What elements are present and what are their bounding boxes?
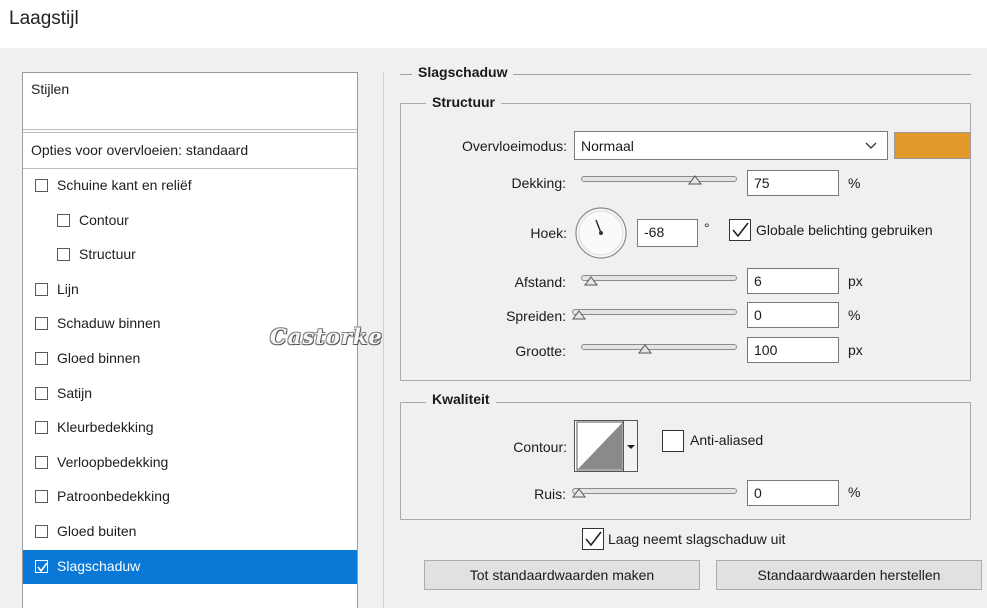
style-item-satijn[interactable]: Satijn xyxy=(23,377,357,411)
chevron-down-icon xyxy=(627,445,635,449)
distance-label: Afstand: xyxy=(514,274,566,290)
make-default-button[interactable]: Tot standaardwaarden maken xyxy=(424,560,700,590)
spread-input[interactable]: 0 xyxy=(747,302,839,328)
angle-label: Hoek: xyxy=(530,225,567,241)
list-divider xyxy=(23,129,357,133)
size-label: Grootte: xyxy=(515,343,566,359)
chevron-down-icon xyxy=(865,142,877,149)
style-item-checkbox[interactable] xyxy=(35,421,48,435)
layer-style-dialog: Stijlen Opties voor overvloeien: standaa… xyxy=(0,48,987,608)
opacity-input[interactable]: 75 xyxy=(747,170,839,196)
styles-header[interactable]: Stijlen xyxy=(23,73,357,107)
style-item-label: Kleurbedekking xyxy=(57,419,154,436)
quality-group xyxy=(400,402,971,520)
blend-mode-label: Overvloeimodus: xyxy=(461,138,567,154)
angle-input[interactable]: -68 xyxy=(637,219,698,247)
distance-slider[interactable] xyxy=(581,275,737,281)
style-item-checkbox[interactable] xyxy=(35,317,48,331)
style-item-checkbox[interactable] xyxy=(35,386,48,400)
opacity-unit: % xyxy=(848,175,861,191)
style-item-structuur[interactable]: Structuur xyxy=(23,238,357,272)
size-slider[interactable] xyxy=(581,344,737,350)
spread-slider[interactable] xyxy=(572,309,737,315)
shadow-color-swatch[interactable] xyxy=(894,132,971,159)
checkmark-icon xyxy=(37,562,48,572)
style-item-checkbox[interactable] xyxy=(35,455,48,469)
angle-dial[interactable] xyxy=(574,206,628,260)
contour-dropdown-button[interactable] xyxy=(623,421,637,471)
size-slider-thumb[interactable] xyxy=(637,344,652,354)
layer-knockout-checkbox[interactable] xyxy=(582,528,604,550)
style-item-label: Verloopbedekking xyxy=(57,453,169,470)
style-item-label: Gloed binnen xyxy=(57,350,141,366)
contour-label: Contour: xyxy=(513,439,567,455)
quality-title: Kwaliteit xyxy=(426,391,496,407)
style-item-gloed-buiten[interactable]: Gloed buiten xyxy=(23,515,357,549)
blend-mode-value: Normaal xyxy=(581,138,634,154)
structure-title: Structuur xyxy=(426,94,501,110)
checkmark-icon xyxy=(732,222,749,238)
opacity-slider-thumb[interactable] xyxy=(687,175,702,185)
reset-default-button[interactable]: Standaardwaarden herstellen xyxy=(716,560,982,590)
distance-slider-thumb[interactable] xyxy=(583,276,598,286)
title-bar: Laagstijl xyxy=(0,0,987,48)
spread-label: Spreiden: xyxy=(506,308,566,324)
style-item-patroonbedekking[interactable]: Patroonbedekking xyxy=(23,480,357,514)
size-unit: px xyxy=(848,342,863,358)
contour-picker[interactable] xyxy=(574,420,638,472)
global-light-label: Globale belichting gebruiken xyxy=(756,222,933,238)
style-item-label: Schuine kant en reliëf xyxy=(57,177,192,193)
opacity-slider[interactable] xyxy=(581,176,737,182)
spread-unit: % xyxy=(848,307,861,323)
heading-rule xyxy=(540,74,971,75)
panel-divider xyxy=(383,72,384,608)
style-item-label: Lijn xyxy=(57,280,79,297)
angle-unit: ° xyxy=(704,220,710,236)
style-item-checkbox[interactable] xyxy=(57,248,70,262)
spread-slider-thumb[interactable] xyxy=(572,310,586,320)
noise-unit: % xyxy=(848,484,861,500)
style-item-label: Structuur xyxy=(79,246,136,263)
style-item-label: Contour xyxy=(79,211,129,228)
style-item-checkbox[interactable] xyxy=(35,559,48,573)
dialog-title: Laagstijl xyxy=(9,8,79,29)
style-item-schuine-kant-en-reli-f[interactable]: Schuine kant en reliëf xyxy=(23,169,357,203)
noise-label: Ruis: xyxy=(534,486,566,502)
style-item-label: Patroonbedekking xyxy=(57,488,170,505)
contour-preview-icon xyxy=(576,421,624,471)
blend-mode-select[interactable]: Normaal xyxy=(574,131,888,160)
global-light-checkbox[interactable] xyxy=(729,219,751,241)
style-item-checkbox[interactable] xyxy=(35,525,48,538)
styles-header-label: Stijlen xyxy=(31,81,70,97)
noise-slider[interactable] xyxy=(572,488,737,494)
style-item-label: Gloed buiten xyxy=(57,523,137,539)
distance-input[interactable]: 6 xyxy=(747,268,839,294)
style-item-checkbox[interactable] xyxy=(35,282,48,296)
style-item-label: Slagschaduw xyxy=(57,557,141,574)
opacity-label: Dekking: xyxy=(511,175,566,191)
style-item-slagschaduw[interactable]: Slagschaduw xyxy=(23,549,357,584)
style-item-checkbox[interactable] xyxy=(35,490,48,504)
blending-options-label: Opties voor overvloeien: standaard xyxy=(31,142,249,158)
antialiased-label: Anti-aliased xyxy=(690,432,764,448)
noise-input[interactable]: 0 xyxy=(747,480,839,506)
layer-knockout-label: Laag neemt slagschaduw uit xyxy=(608,531,786,547)
watermark-logo: Castorke xyxy=(270,324,383,349)
blending-options-item[interactable]: Opties voor overvloeien: standaard xyxy=(23,134,357,168)
style-item-label: Satijn xyxy=(57,384,93,401)
noise-slider-thumb[interactable] xyxy=(572,488,586,498)
size-input[interactable]: 100 xyxy=(747,337,839,363)
antialiased-checkbox[interactable] xyxy=(662,430,684,452)
style-item-label: Schaduw binnen xyxy=(57,315,161,332)
distance-unit: px xyxy=(848,273,863,289)
checkmark-icon xyxy=(585,531,602,547)
style-item-verloopbedekking[interactable]: Verloopbedekking xyxy=(23,446,357,480)
drop-shadow-title: Slagschaduw xyxy=(412,64,514,80)
style-item-kleurbedekking[interactable]: Kleurbedekking xyxy=(23,411,357,445)
style-item-lijn[interactable]: Lijn xyxy=(23,273,357,307)
style-item-checkbox[interactable] xyxy=(35,352,48,365)
style-item-checkbox[interactable] xyxy=(57,213,70,227)
style-item-checkbox[interactable] xyxy=(35,179,48,192)
style-item-contour[interactable]: Contour xyxy=(23,204,357,238)
